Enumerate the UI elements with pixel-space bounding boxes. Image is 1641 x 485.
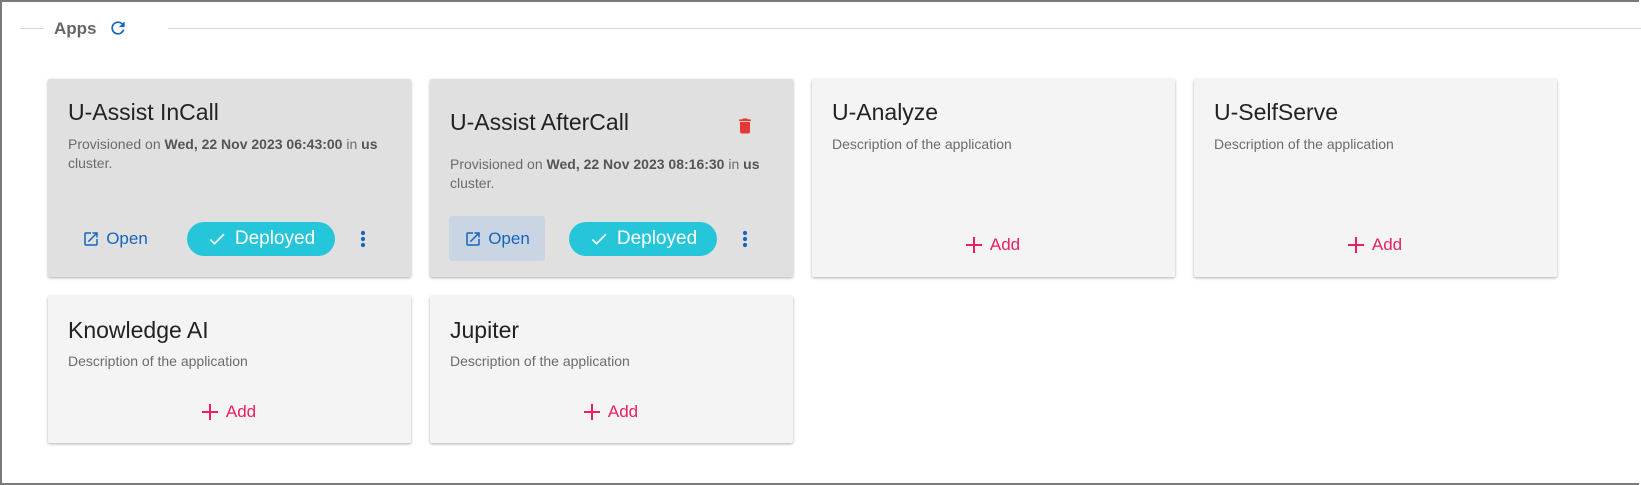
status-label: Deployed (616, 228, 698, 249)
description-mid: in (724, 156, 744, 172)
open-button-label: Open (488, 228, 530, 248)
app-card-title: Jupiter (450, 317, 520, 343)
open-button-label: Open (106, 229, 148, 248)
plus-icon (1347, 237, 1364, 253)
more-options-icon[interactable] (733, 224, 757, 254)
section-header: Apps (54, 14, 129, 42)
add-button-label: Add (1371, 235, 1403, 254)
app-card-jupiter: Jupiter Description of the application A… (430, 296, 793, 443)
open-button[interactable]: Open (449, 216, 545, 261)
provisioned-date: Wed, 22 Nov 2023 06:43:00 (164, 136, 343, 152)
app-card-description: Description of the application (450, 353, 630, 369)
plus-icon (583, 404, 600, 420)
app-card-description: Description of the application (832, 136, 1012, 152)
cluster-name: us (361, 136, 378, 152)
description-prefix: Provisioned on (450, 156, 547, 172)
deployed-status-chip[interactable]: Deployed (187, 222, 335, 256)
section-divider-left (20, 28, 44, 29)
app-card-description: Provisioned on Wed, 22 Nov 2023 06:43:00… (68, 135, 393, 173)
description-prefix: Provisioned on (68, 136, 165, 152)
add-button[interactable]: Add (1315, 227, 1435, 263)
app-card-u-assist-aftercall: U-Assist AfterCall Provisioned on Wed, 2… (430, 79, 793, 277)
add-button[interactable]: Add (933, 227, 1053, 263)
open-in-new-icon (84, 232, 98, 246)
app-card-description: Description of the application (68, 353, 248, 369)
app-card-knowledge-ai: Knowledge AI Description of the applicat… (48, 296, 411, 443)
app-card-title: U-Assist AfterCall (450, 109, 629, 135)
description-suffix: cluster. (450, 175, 495, 191)
provisioned-date: Wed, 22 Nov 2023 08:16:30 (546, 156, 725, 172)
add-button-label: Add (989, 235, 1021, 254)
status-label: Deployed (234, 228, 316, 249)
check-icon (591, 233, 607, 245)
app-card-title: U-SelfServe (1214, 99, 1338, 125)
app-card-description: Description of the application (1214, 136, 1394, 152)
description-suffix: cluster. (68, 155, 113, 171)
cluster-name: us (743, 156, 760, 172)
open-in-new-icon (466, 231, 480, 246)
app-card-u-selfserve: U-SelfServe Description of the applicati… (1194, 79, 1557, 277)
app-card-title: Knowledge AI (68, 317, 209, 343)
plus-icon (965, 237, 982, 253)
section-divider-right (168, 28, 1641, 29)
app-card-u-assist-incall: U-Assist InCall Provisioned on Wed, 22 N… (48, 79, 411, 277)
add-button-label: Add (607, 402, 639, 421)
check-icon (209, 233, 225, 245)
app-card-u-analyze: U-Analyze Description of the application… (812, 79, 1175, 277)
open-button[interactable]: Open (65, 215, 165, 263)
add-button-label: Add (225, 402, 257, 421)
add-button[interactable]: Add (169, 394, 289, 430)
deployed-status-chip[interactable]: Deployed (569, 222, 717, 256)
app-card-description: Provisioned on Wed, 22 Nov 2023 08:16:30… (450, 155, 775, 193)
description-mid: in (342, 136, 362, 152)
app-card-title: U-Analyze (832, 99, 939, 125)
add-button[interactable]: Add (551, 394, 671, 430)
refresh-icon[interactable] (107, 17, 129, 39)
delete-icon[interactable] (731, 111, 759, 141)
section-title: Apps (54, 18, 97, 38)
app-card-title: U-Assist InCall (68, 99, 219, 125)
plus-icon (201, 404, 218, 420)
more-options-icon[interactable] (351, 224, 375, 254)
